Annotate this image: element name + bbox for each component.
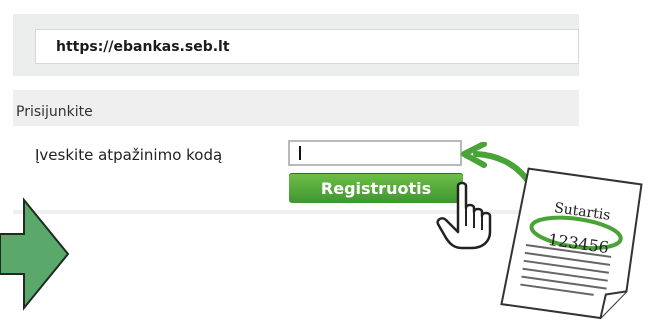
- text-caret: [299, 146, 301, 160]
- green-arrow-icon: [0, 197, 70, 311]
- tutorial-illustration: https://ebankas.seb.lt Prisijunkite Įves…: [0, 0, 659, 332]
- address-bar[interactable]: https://ebankas.seb.lt: [35, 29, 579, 64]
- hand-pointer-icon: [436, 181, 492, 250]
- register-button-label: Registruotis: [320, 178, 432, 198]
- code-label: Įveskite atpažinimo kodą: [35, 146, 223, 164]
- url-text: https://ebankas.seb.lt: [56, 38, 230, 55]
- login-title: Prisijunkite: [16, 104, 93, 120]
- code-input[interactable]: [288, 140, 462, 166]
